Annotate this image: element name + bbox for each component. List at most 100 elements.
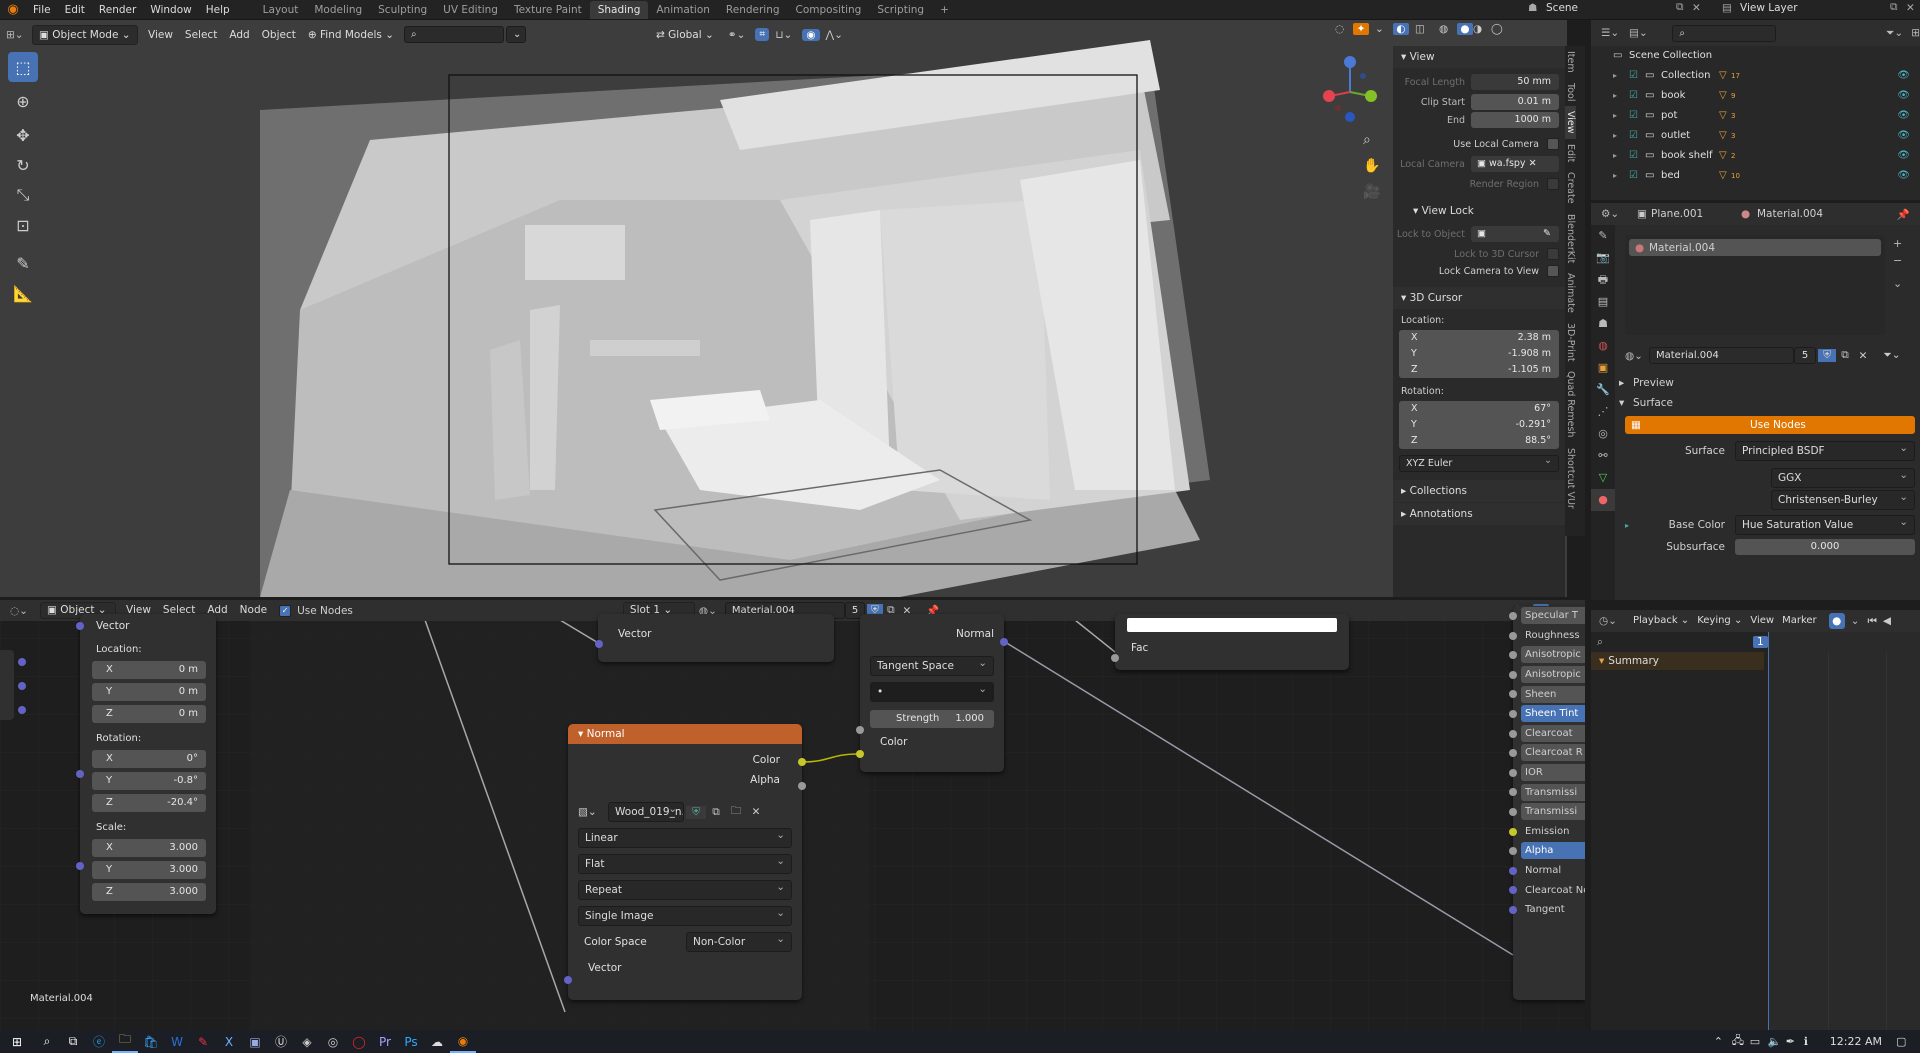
checkbox-icon[interactable]: ☑ [1629, 66, 1645, 86]
clip-end-field[interactable]: 1000 m [1471, 112, 1559, 128]
bsdf-input-row[interactable]: Clearcoat [1513, 724, 1585, 744]
tab-modeling[interactable]: Modeling [306, 1, 370, 19]
image-texture-node[interactable]: ▾ Normal Color Alpha ▧⌄ Wood_019_n... ⛨ … [568, 724, 802, 1000]
material-slot-item[interactable]: ● Material.004 [1629, 239, 1881, 256]
cursor-icon[interactable]: ⊕ [8, 86, 38, 116]
strength-socket[interactable] [856, 726, 864, 734]
tab-animation[interactable]: Animation [648, 1, 718, 19]
mode-dropdown[interactable]: ▣ Object Mode ⌄ [32, 24, 138, 45]
gizmo-toggle-icon[interactable]: ✦ [1353, 23, 1369, 35]
proportional-icon[interactable]: ◉ [802, 28, 820, 41]
menu-playback[interactable]: Playback ⌄ [1629, 610, 1693, 632]
eyedropper-icon[interactable]: ✎ [1543, 226, 1551, 242]
timeline-editor-icon[interactable]: ◷⌄ [1599, 615, 1629, 627]
bsdf-input-row[interactable]: Transmissi [1513, 802, 1585, 822]
brush-app-icon[interactable]: ✎ [190, 1030, 216, 1053]
image-open-folder-icon[interactable]: 🗀 [726, 803, 746, 821]
tool-tab-icon[interactable]: ✎ [1591, 225, 1615, 247]
steam-icon[interactable]: ◎ [320, 1030, 346, 1053]
image-fake-user-icon[interactable]: ⛨ [686, 805, 706, 819]
checkbox-icon[interactable]: ☑ [1629, 86, 1645, 106]
zoom-icon[interactable]: ⌕ [1363, 127, 1380, 153]
cursor-panel-header[interactable]: ▾ 3D Cursor [1393, 287, 1565, 309]
lock-camera-checkbox[interactable] [1547, 265, 1559, 277]
output-tab-icon[interactable]: 🖶 [1591, 269, 1615, 291]
new-collection-icon[interactable]: ⊞ [1911, 27, 1920, 39]
rotation-mode-dropdown[interactable]: XYZ Euler [1399, 453, 1559, 472]
lock-cursor-checkbox[interactable] [1547, 248, 1559, 260]
image-browse-icon[interactable]: ▧⌄ [578, 806, 608, 818]
bsdf-input-row[interactable]: IOR [1513, 763, 1585, 783]
cursor-loc-z[interactable]: Z -1.105 m [1399, 362, 1559, 378]
falloff-icon[interactable]: ⋀⌄ [826, 29, 843, 41]
menu-timeline-view[interactable]: View [1746, 610, 1778, 632]
search-field[interactable]: ⌕ [404, 26, 505, 43]
bsdf-input-socket[interactable] [1509, 768, 1517, 777]
bsdf-input-row[interactable]: Alpha [1513, 841, 1585, 861]
bsdf-input-row[interactable]: Transmissi [1513, 782, 1585, 802]
rotate-icon[interactable]: ↻ [8, 150, 38, 180]
measure-icon[interactable]: 📐 [8, 278, 38, 308]
colorspace-dropdown[interactable]: Non-Color [686, 930, 792, 952]
cursor-rot-y[interactable]: Y -0.291° [1399, 417, 1559, 433]
bsdf-input-socket[interactable] [1509, 866, 1517, 875]
view-layer-tab-icon[interactable]: ▤ [1591, 291, 1615, 313]
use-local-camera-row[interactable]: Use Local Camera [1393, 138, 1565, 150]
tab-tool[interactable]: Tool [1565, 78, 1576, 106]
find-models-button[interactable]: ⊕ Find Models ⌄ [302, 24, 400, 46]
node-editor-type-icon[interactable]: ◌⌄ [10, 605, 40, 617]
file-explorer-icon[interactable]: 🗀 [112, 1030, 138, 1053]
outliner-item[interactable]: ▸ ☑ ▭ bed ▽ 10 👁 [1591, 166, 1920, 186]
input-socket[interactable] [18, 682, 26, 690]
unlink-material-icon[interactable]: ✕ [1854, 350, 1872, 362]
bsdf-input-socket[interactable] [1509, 710, 1517, 718]
outliner-item[interactable]: ▸ ☑ ▭ book ▽ 9 👁 [1591, 86, 1920, 106]
use-local-camera-checkbox[interactable] [1547, 138, 1559, 150]
volume-icon[interactable]: 🔈 [1768, 1035, 1786, 1048]
outliner-root[interactable]: ▭ Scene Collection [1591, 46, 1920, 66]
bsdf-input-socket[interactable] [1509, 906, 1517, 914]
principled-bsdf-node[interactable]: Specular T Roughness Anisotropic Anisotropi… [1513, 606, 1585, 1000]
cursor-rot-x[interactable]: X 67° [1399, 401, 1559, 417]
eye-icon[interactable]: 👁 [1897, 146, 1910, 166]
distribution-dropdown[interactable]: GGX [1771, 466, 1915, 488]
menu-marker[interactable]: Marker [1778, 610, 1821, 632]
menu-add[interactable]: Add [223, 24, 255, 46]
data-tab-icon[interactable]: ▽ [1591, 467, 1615, 489]
tab-rendering[interactable]: Rendering [718, 1, 788, 19]
language-icon[interactable]: ℹ [1804, 1035, 1822, 1048]
menu-window[interactable]: Window [143, 0, 198, 20]
input-socket[interactable] [18, 706, 26, 714]
tab-create[interactable]: Create [1565, 167, 1576, 209]
search-dropdown[interactable]: ⌄ [506, 26, 527, 43]
tab-shading[interactable]: Shading [589, 1, 649, 19]
pen-icon[interactable]: ✒ [1786, 1035, 1804, 1048]
outliner-search-input[interactable]: ⌕ [1672, 24, 1776, 42]
checkbox-icon[interactable]: ☑ [1629, 106, 1645, 126]
menu-keying[interactable]: Keying ⌄ [1693, 610, 1746, 632]
eye-icon[interactable]: 👁 [1897, 166, 1910, 186]
scene-copy-icon[interactable]: ⧉ [1676, 1, 1692, 14]
normal-map-strength-field[interactable]: Strength 1.000 [870, 710, 994, 728]
tab-shortcut-vur[interactable]: Shortcut VUr [1565, 443, 1576, 514]
bsdf-input-socket[interactable] [1509, 827, 1517, 836]
eye-icon[interactable]: 👁 [1897, 126, 1910, 146]
edge-icon[interactable]: ⓔ [86, 1030, 112, 1053]
ne-use-nodes-checkbox[interactable]: ✓ [279, 604, 292, 617]
x-app-icon[interactable]: X [216, 1030, 242, 1053]
image-alpha-socket[interactable] [798, 782, 806, 790]
render-tab-icon[interactable]: 📷 [1591, 247, 1615, 269]
clock[interactable]: 12:22 AM [1822, 1035, 1896, 1048]
duplicate-material-icon[interactable]: ⧉ [1836, 349, 1854, 362]
expand-icon[interactable]: ▸ [1613, 66, 1629, 86]
outliner-item[interactable]: ▸ ☑ ▭ pot ▽ 3 👁 [1591, 106, 1920, 126]
snap-options-icon[interactable]: ⊔⌄ [775, 29, 792, 41]
expand-icon[interactable]: ▸ [1613, 166, 1629, 186]
premiere-icon[interactable]: Pr [372, 1030, 398, 1053]
blender-logo-icon[interactable]: ◉ [0, 2, 26, 17]
outliner-item[interactable]: ▸ ☑ ▭ Collection ▽ 17 👁 [1591, 66, 1920, 86]
slot-specials-icon[interactable]: ⌄ [1893, 275, 1902, 292]
bsdf-input-row[interactable]: Emission [1513, 822, 1585, 842]
mapping-rot-y[interactable]: Y -0.8° [92, 772, 206, 790]
unity-icon[interactable]: ◈ [294, 1030, 320, 1053]
